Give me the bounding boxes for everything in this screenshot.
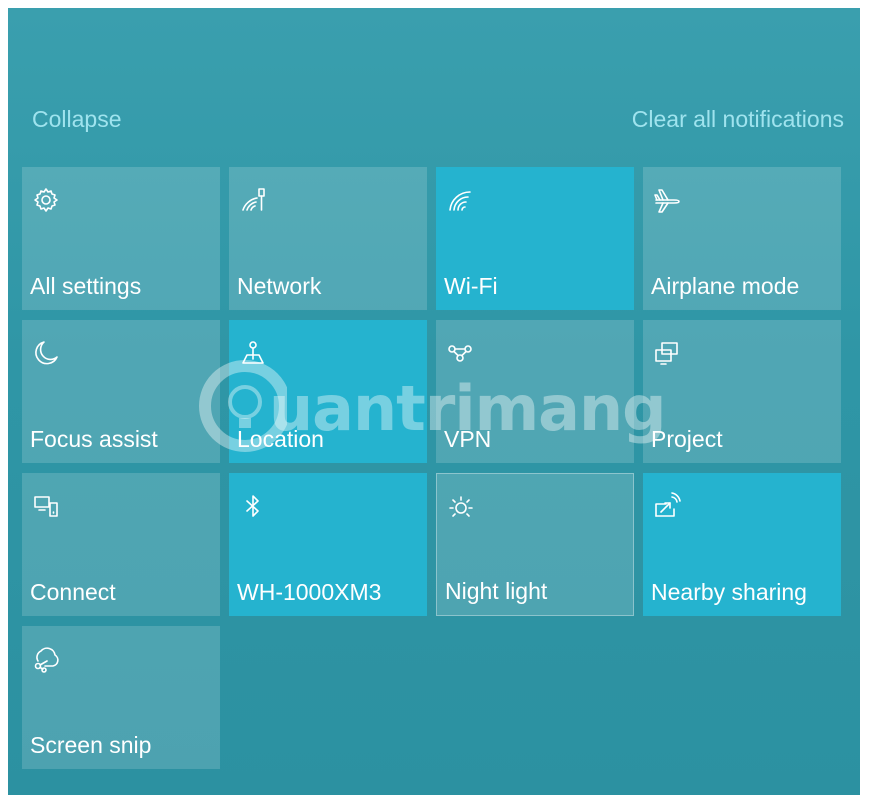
tile-label: Night light <box>445 578 548 604</box>
quick-actions-grid: All settings Network Wi-Fi Airplane mode… <box>22 167 841 769</box>
wifi-icon <box>445 185 475 215</box>
clear-all-notifications-link[interactable]: Clear all notifications <box>632 106 844 133</box>
vpn-icon <box>445 338 475 368</box>
tile-label: WH-1000XM3 <box>237 579 382 605</box>
tile-wifi[interactable]: Wi-Fi <box>436 167 634 310</box>
tile-screen-snip[interactable]: Screen snip <box>22 626 220 769</box>
tile-airplane-mode[interactable]: Airplane mode <box>643 167 841 310</box>
tile-nearby-sharing[interactable]: Nearby sharing <box>643 473 841 616</box>
tile-connect[interactable]: Connect <box>22 473 220 616</box>
tile-location[interactable]: Location <box>229 320 427 463</box>
tile-focus-assist[interactable]: Focus assist <box>22 320 220 463</box>
network-icon <box>238 185 268 215</box>
tile-night-light[interactable]: Night light <box>436 473 634 616</box>
tile-label: Network <box>237 273 322 299</box>
location-icon <box>238 338 268 368</box>
connect-icon <box>31 491 61 521</box>
tile-vpn[interactable]: VPN <box>436 320 634 463</box>
airplane-icon <box>652 185 682 215</box>
tile-label: Connect <box>30 579 116 605</box>
tile-label: Airplane mode <box>651 273 800 299</box>
nearby-sharing-icon <box>652 491 682 521</box>
project-icon <box>652 338 682 368</box>
action-center-header: Collapse Clear all notifications <box>32 104 844 134</box>
tile-label: VPN <box>444 426 492 452</box>
tile-label: Nearby sharing <box>651 579 807 605</box>
bluetooth-icon <box>238 491 268 521</box>
tile-label: Focus assist <box>30 426 158 452</box>
tile-network[interactable]: Network <box>229 167 427 310</box>
screen-snip-icon <box>31 644 61 674</box>
tile-project[interactable]: Project <box>643 320 841 463</box>
collapse-link[interactable]: Collapse <box>32 106 122 133</box>
tile-label: Location <box>237 426 324 452</box>
sun-icon <box>446 492 476 522</box>
tile-label: All settings <box>30 273 142 299</box>
tile-label: Project <box>651 426 723 452</box>
tile-label: Wi-Fi <box>444 273 498 299</box>
moon-icon <box>31 338 61 368</box>
gear-icon <box>31 185 61 215</box>
tile-bluetooth[interactable]: WH-1000XM3 <box>229 473 427 616</box>
tile-label: Screen snip <box>30 732 152 758</box>
tile-all-settings[interactable]: All settings <box>22 167 220 310</box>
